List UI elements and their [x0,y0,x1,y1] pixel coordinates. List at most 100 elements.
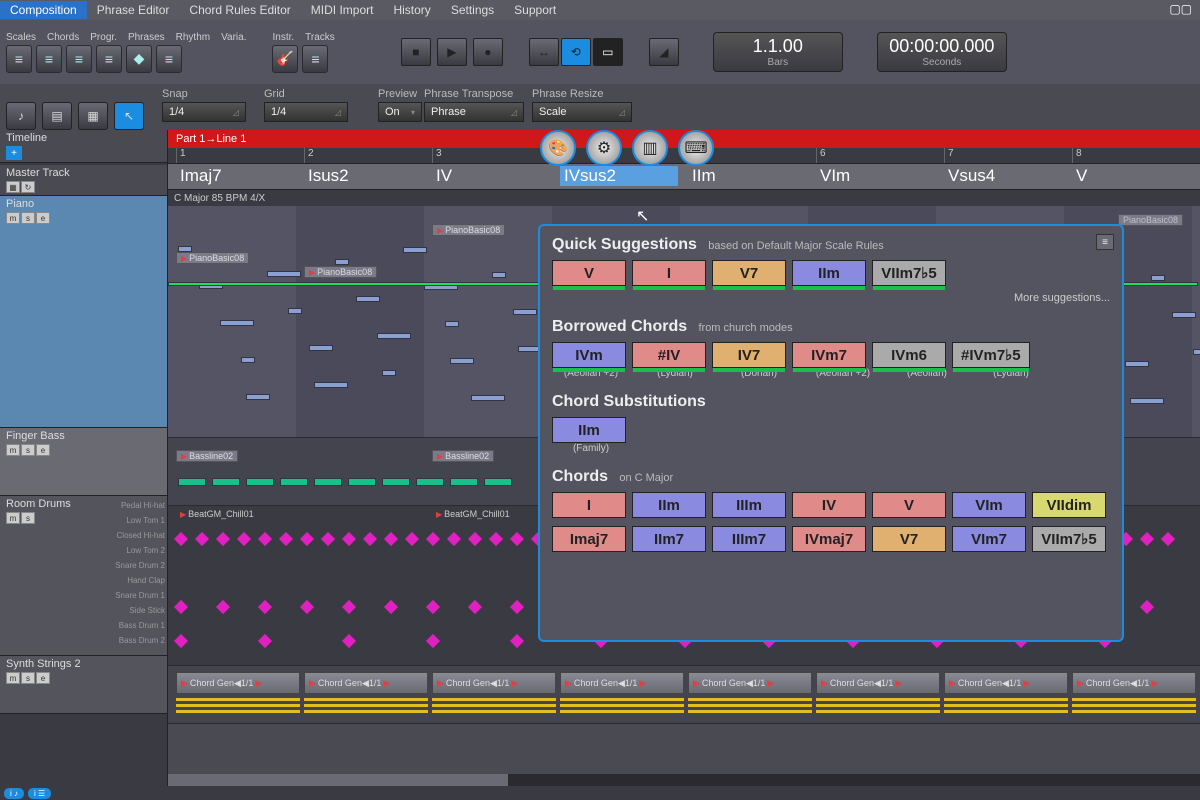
view-list-icon[interactable]: ▤ [42,102,72,130]
edit-button[interactable]: e [36,672,50,684]
scrollbar-horizontal[interactable] [168,774,1200,786]
chord-chip[interactable]: #IVm7♭5 [952,342,1030,368]
chord-chip[interactable]: IVm7 [792,342,866,368]
chord-chip[interactable]: IVmaj7 [792,526,866,552]
gear-icon[interactable]: ⚙ [586,130,622,166]
chord-chip[interactable]: IV [792,492,866,518]
mode-range[interactable]: ↔ [529,38,559,66]
chord-slot[interactable]: Vsus4 [944,166,999,186]
grid-select[interactable]: 1/4◿ [264,102,348,122]
chord-chip[interactable]: IVm6 [872,342,946,368]
track-drums[interactable]: Room Drums ms Pedal Hi-hatLow Tom 1Close… [0,496,167,656]
menu-history[interactable]: History [383,1,440,19]
mute-button[interactable]: m [6,444,20,456]
mode-snap[interactable]: ▭ [593,38,623,66]
status-pill[interactable]: i ♪ [4,788,24,799]
clip-label[interactable]: ▶Bassline02 [432,450,494,462]
master-loop-icon[interactable]: ↻ [21,181,35,193]
edit-button[interactable]: e [36,444,50,456]
chord-chip[interactable]: IIm [632,492,706,518]
view-pointer-icon[interactable]: ↖ [114,102,144,130]
transport-stop[interactable]: ■ [401,38,431,66]
scrollbar-thumb[interactable] [168,774,508,786]
chord-chip[interactable]: VIIdim [1032,492,1106,518]
chord-chip[interactable]: IVm [552,342,626,368]
chord-chip[interactable]: I [552,492,626,518]
chord-chip[interactable]: IV7 [712,342,786,368]
menu-chord-rules[interactable]: Chord Rules Editor [179,1,300,19]
clip-label[interactable]: ▶Chord Gen◀1/1▶ [688,672,812,694]
track-bass[interactable]: Finger Bass mse [0,428,167,496]
solo-button[interactable]: s [21,212,35,224]
lane-strings[interactable]: ▶Chord Gen◀1/1▶▶Chord Gen◀1/1▶▶Chord Gen… [168,666,1200,724]
chord-chip[interactable]: V [872,492,946,518]
menu-support[interactable]: Support [504,1,566,19]
add-timeline-button[interactable]: + [6,146,22,160]
chord-slot[interactable]: Imaj7 [176,166,226,186]
master-keyboard-icon[interactable]: ▦ [6,181,20,193]
chord-chip[interactable]: I [632,260,706,286]
chord-chip[interactable]: V7 [712,260,786,286]
clip-label[interactable]: ▶Chord Gen◀1/1▶ [432,672,556,694]
chord-chip[interactable]: Imaj7 [552,526,626,552]
btn-tracks[interactable]: ≡ [302,45,328,73]
chord-chip[interactable]: VIm7 [952,526,1026,552]
more-suggestions-link[interactable]: More suggestions... [552,292,1110,304]
clip-label[interactable]: ▶PianoBasic08 [432,224,505,236]
clip-label[interactable]: ▶Chord Gen◀1/1▶ [560,672,684,694]
chord-chip[interactable]: VIm [952,492,1026,518]
clip-label[interactable]: ▶BeatGM_Chill01 [176,508,258,520]
mute-button[interactable]: m [6,212,20,224]
resize-select[interactable]: Scale◿ [532,102,632,122]
btn-chords[interactable]: ≡ [36,45,62,73]
piano-icon[interactable]: ▥ [632,130,668,166]
clip-label[interactable]: ▶PianoBasic08 [176,252,249,264]
chord-chip[interactable]: V7 [872,526,946,552]
transport-play[interactable]: ▶ [437,38,467,66]
solo-button[interactable]: s [21,672,35,684]
mute-button[interactable]: m [6,512,20,524]
edit-button[interactable]: e [36,212,50,224]
chord-slot[interactable]: Isus2 [304,166,353,186]
snap-select[interactable]: 1/4◿ [162,102,246,122]
chord-chip[interactable]: V [552,260,626,286]
menu-phrase-editor[interactable]: Phrase Editor [87,1,180,19]
mute-button[interactable]: m [6,672,20,684]
clip-label[interactable]: PianoBasic08 [1118,214,1183,226]
clip-label[interactable]: ▶BeatGM_Chill01 [432,508,514,520]
clip-label[interactable]: ▶Chord Gen◀1/1▶ [944,672,1068,694]
btn-scales[interactable]: ≡ [6,45,32,73]
chord-chip[interactable]: IIm [792,260,866,286]
view-note-icon[interactable]: ♪ [6,102,36,130]
solo-button[interactable]: s [21,512,35,524]
chord-slot[interactable]: IV [432,166,456,186]
btn-progr[interactable]: ≡ [66,45,92,73]
mode-loop[interactable]: ⟲ [561,38,591,66]
clip-label[interactable]: ▶Chord Gen◀1/1▶ [1072,672,1196,694]
status-pill[interactable]: i ☰ [28,788,51,799]
keyboard-icon[interactable]: ⌨ [678,130,714,166]
chord-chip[interactable]: VIIm7♭5 [872,260,946,286]
chord-chip[interactable]: VIIm7♭5 [1032,526,1106,552]
btn-phrases[interactable]: ≡ [96,45,122,73]
btn-instr[interactable]: 🎸 [272,45,298,73]
chord-chip[interactable]: #IV [632,342,706,368]
help-icon[interactable]: ▢▢ [1169,2,1192,16]
solo-button[interactable]: s [21,444,35,456]
metronome-button[interactable]: ◢ [649,38,679,66]
btn-rhythm[interactable]: ◆ [126,45,152,73]
chord-chip[interactable]: IIIm7 [712,526,786,552]
view-stack-icon[interactable]: ▦ [78,102,108,130]
clip-label[interactable]: ▶Bassline02 [176,450,238,462]
transport-record[interactable]: ● [473,38,503,66]
clip-label[interactable]: ▶Chord Gen◀1/1▶ [176,672,300,694]
menu-composition[interactable]: Composition [0,1,87,19]
chord-row[interactable]: Imaj7 Isus2 IV IVsus2 IIm VIm Vsus4 V [168,164,1200,190]
panel-menu-icon[interactable]: ≡ [1096,234,1114,250]
chord-chip[interactable]: IIm7 [632,526,706,552]
chord-slot[interactable]: IIm [688,166,720,186]
track-piano[interactable]: Piano mse [0,196,167,428]
chord-slot-selected[interactable]: IVsus2 [560,166,678,186]
clip-label[interactable]: ▶Chord Gen◀1/1▶ [304,672,428,694]
clip-label[interactable]: ▶PianoBasic08 [304,266,377,278]
